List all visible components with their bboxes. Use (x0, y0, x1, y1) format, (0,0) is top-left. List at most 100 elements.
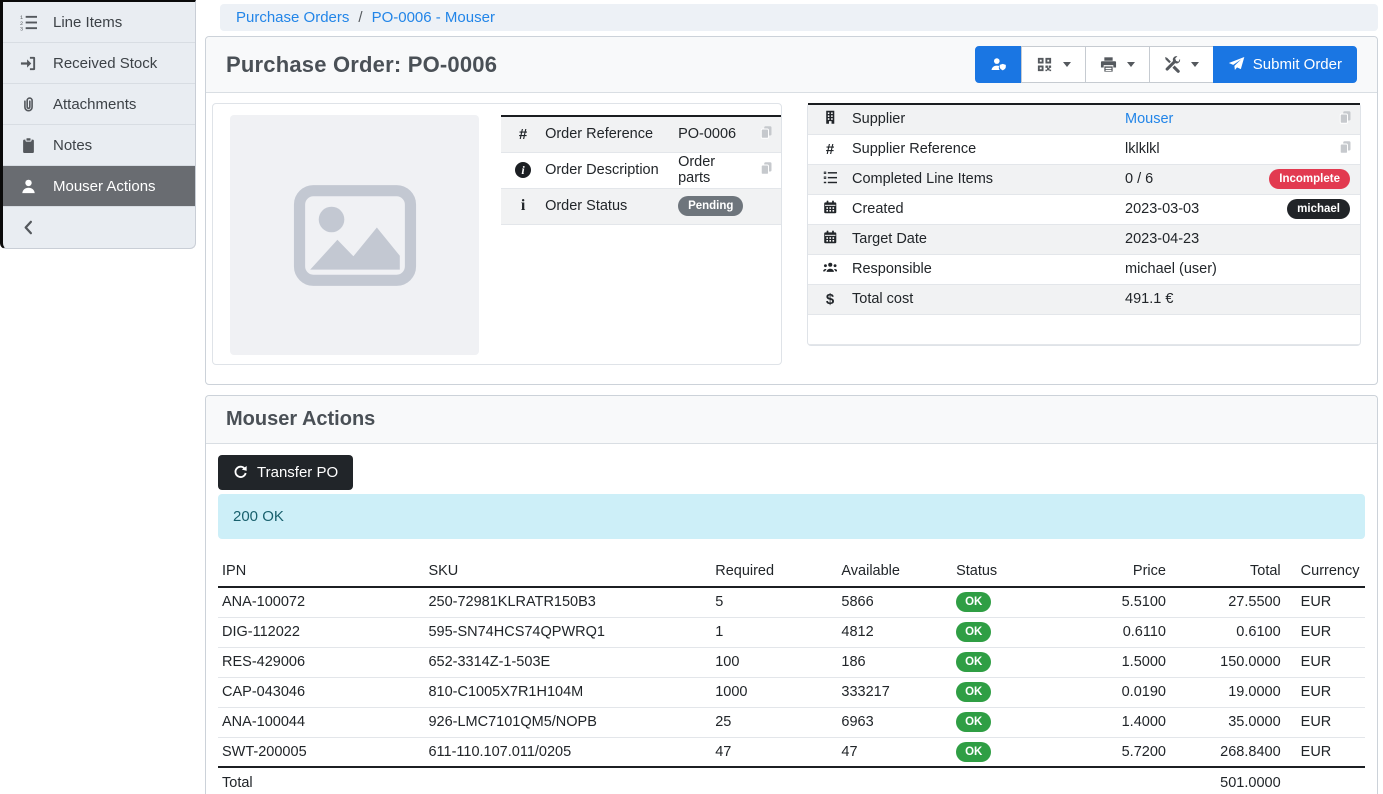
cell-required: 47 (711, 737, 837, 767)
cell-status: OK (952, 707, 1067, 737)
cell-required: 5 (711, 587, 837, 617)
sidebar-item-label: Line Items (53, 14, 122, 31)
detail-icon-cell (808, 224, 852, 254)
cell-total: 268.8400 (1170, 737, 1285, 767)
cell-ipn: RES-429006 (218, 647, 424, 677)
supplier-details-card: SupplierMouser#Supplier Referencelklklkl… (807, 103, 1361, 346)
sidebar-item-attachments[interactable]: Attachments (3, 84, 195, 125)
cell-status: OK (952, 647, 1067, 677)
order-image-placeholder[interactable] (230, 115, 479, 355)
copy-icon (1338, 140, 1353, 155)
copy-button[interactable] (1269, 134, 1360, 164)
column-header-ipn: IPN (218, 556, 424, 587)
transfer-po-label: Transfer PO (257, 464, 338, 481)
supplier-link[interactable]: Mouser (1125, 111, 1173, 127)
cell-total: 27.5500 (1170, 587, 1285, 617)
hash-icon: # (826, 141, 834, 158)
cell-available: 333217 (837, 677, 952, 707)
detail-label: Supplier (852, 104, 1125, 134)
mouser-actions-header: Mouser Actions (206, 396, 1377, 444)
breadcrumb-link[interactable]: PO-0006 - Mouser (372, 9, 495, 26)
hash-icon: # (519, 126, 527, 143)
image-icon (291, 182, 419, 289)
copy-button[interactable] (749, 116, 781, 152)
supplier-detail-row: Responsiblemichael (user) (808, 254, 1360, 284)
empty-cell (808, 314, 1360, 344)
line-items-table: IPNSKURequiredAvailableStatusPriceTotalC… (218, 556, 1365, 794)
submit-order-button[interactable]: Submit Order (1213, 46, 1357, 83)
list-ol-icon: 123 (3, 14, 53, 31)
column-header-total: Total (1170, 556, 1285, 587)
sidebar-item-label: Attachments (53, 96, 136, 113)
purchase-order-body: #Order ReferencePO-0006iOrder Descriptio… (206, 93, 1377, 384)
mouser-actions-title: Mouser Actions (226, 408, 375, 431)
status-ok-badge: OK (956, 712, 991, 732)
detail-value: Mouser (1125, 104, 1269, 134)
detail-label: Target Date (852, 224, 1125, 254)
qrcode-icon (1036, 56, 1053, 73)
cell-price: 0.6110 (1067, 617, 1170, 647)
supplier-detail-row: SupplierMouser (808, 104, 1360, 134)
detail-value: 2023-04-23 (1125, 224, 1269, 254)
order-detail-row: iOrder StatusPending (501, 188, 781, 224)
order-summary-card: #Order ReferencePO-0006iOrder Descriptio… (212, 103, 782, 365)
list-check-icon (823, 170, 838, 185)
detail-label: Order Description (545, 152, 678, 188)
sidebar-item-notes[interactable]: Notes (3, 125, 195, 166)
total-empty-cell (711, 767, 837, 794)
detail-icon-cell: # (808, 134, 852, 164)
sidebar-item-mouser-actions[interactable]: Mouser Actions (3, 166, 195, 207)
detail-value: 0 / 6 (1125, 164, 1269, 194)
mouser-actions-panel: Mouser Actions Transfer PO 200 OK IPNSKU… (205, 395, 1378, 794)
dollar-icon: $ (826, 291, 834, 308)
total-label-cell: Total (218, 767, 424, 794)
copy-button[interactable] (1269, 104, 1360, 134)
breadcrumb-link[interactable]: Purchase Orders (236, 9, 349, 26)
cell-ipn: SWT-200005 (218, 737, 424, 767)
cell-required: 100 (711, 647, 837, 677)
sidebar-item-label: Notes (53, 137, 92, 154)
cell-status: OK (952, 587, 1067, 617)
cell-sku: 611-110.107.011/0205 (424, 737, 711, 767)
order-details-table: #Order ReferencePO-0006iOrder Descriptio… (501, 115, 781, 225)
column-header-available: Available (837, 556, 952, 587)
calendar-icon (823, 230, 838, 245)
cell-available: 4812 (837, 617, 952, 647)
barcode-menu-button[interactable] (1021, 46, 1086, 83)
total-empty-cell (424, 767, 711, 794)
print-menu-button[interactable] (1085, 46, 1150, 83)
table-row: RES-429006652-3314Z-1-503E100186OK1.5000… (218, 647, 1365, 677)
status-ok-badge: OK (956, 622, 991, 642)
sidebar-collapse-button[interactable] (3, 207, 195, 248)
detail-icon-cell (808, 194, 852, 224)
mouser-actions-body: Transfer PO 200 OK IPNSKURequiredAvailab… (206, 444, 1377, 794)
sidebar-item-label: Received Stock (53, 55, 157, 72)
breadcrumb-separator: / (358, 9, 362, 26)
cell-ipn: ANA-100072 (218, 587, 424, 617)
caret-down-icon (1191, 62, 1199, 67)
cell-available: 5866 (837, 587, 952, 617)
cell-ipn: ANA-100044 (218, 707, 424, 737)
sidebar-item-received-stock[interactable]: Received Stock (3, 43, 195, 84)
supplier-detail-row (808, 314, 1360, 344)
cell-currency: EUR (1285, 707, 1365, 737)
detail-label: Order Reference (545, 116, 678, 152)
table-row: CAP-043046810-C1005X7R1H104M1000333217OK… (218, 677, 1365, 707)
order-detail-row: iOrder DescriptionOrder parts (501, 152, 781, 188)
building-icon (823, 110, 838, 125)
order-detail-row: #Order ReferencePO-0006 (501, 116, 781, 152)
transfer-po-button[interactable]: Transfer PO (218, 455, 353, 490)
copy-icon (1338, 110, 1353, 125)
status-ok-badge: OK (956, 652, 991, 672)
cell-currency: EUR (1285, 677, 1365, 707)
sidebar-item-line-items[interactable]: 123Line Items (3, 2, 195, 43)
status-badge: Incomplete (1269, 169, 1350, 189)
detail-label: Total cost (852, 284, 1125, 314)
user-admin-button[interactable] (975, 46, 1022, 83)
supplier-detail-row: #Supplier Referencelklklkl (808, 134, 1360, 164)
order-actions-button[interactable] (1149, 46, 1214, 83)
copy-button[interactable] (749, 152, 781, 188)
cell-available: 47 (837, 737, 952, 767)
status-ok-badge: OK (956, 682, 991, 702)
total-empty-cell (1067, 767, 1170, 794)
